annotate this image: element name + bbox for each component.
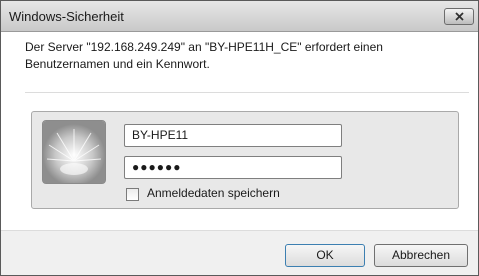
password-field[interactable]: ●●●●●● (124, 156, 342, 179)
security-dialog: Windows-Sicherheit Der Server "192.168.2… (0, 0, 479, 276)
credential-tile[interactable]: BY-HPE11 ●●●●●● Anmeldedaten speichern (31, 111, 459, 209)
window-title: Windows-Sicherheit (9, 9, 124, 24)
separator (25, 92, 469, 93)
ok-button[interactable]: OK (285, 244, 365, 267)
user-tile-icon (42, 120, 106, 184)
close-button[interactable] (444, 8, 474, 25)
remember-credentials-label[interactable]: Anmeldedaten speichern (147, 186, 280, 200)
button-bar: OK Abbrechen (1, 230, 478, 275)
close-icon (455, 12, 464, 21)
cancel-button[interactable]: Abbrechen (374, 244, 468, 267)
username-field[interactable]: BY-HPE11 (124, 124, 342, 147)
title-bar: Windows-Sicherheit (1, 1, 478, 32)
remember-credentials-checkbox[interactable] (126, 188, 139, 201)
prompt-message: Der Server "192.168.249.249" an "BY-HPE1… (25, 40, 383, 71)
